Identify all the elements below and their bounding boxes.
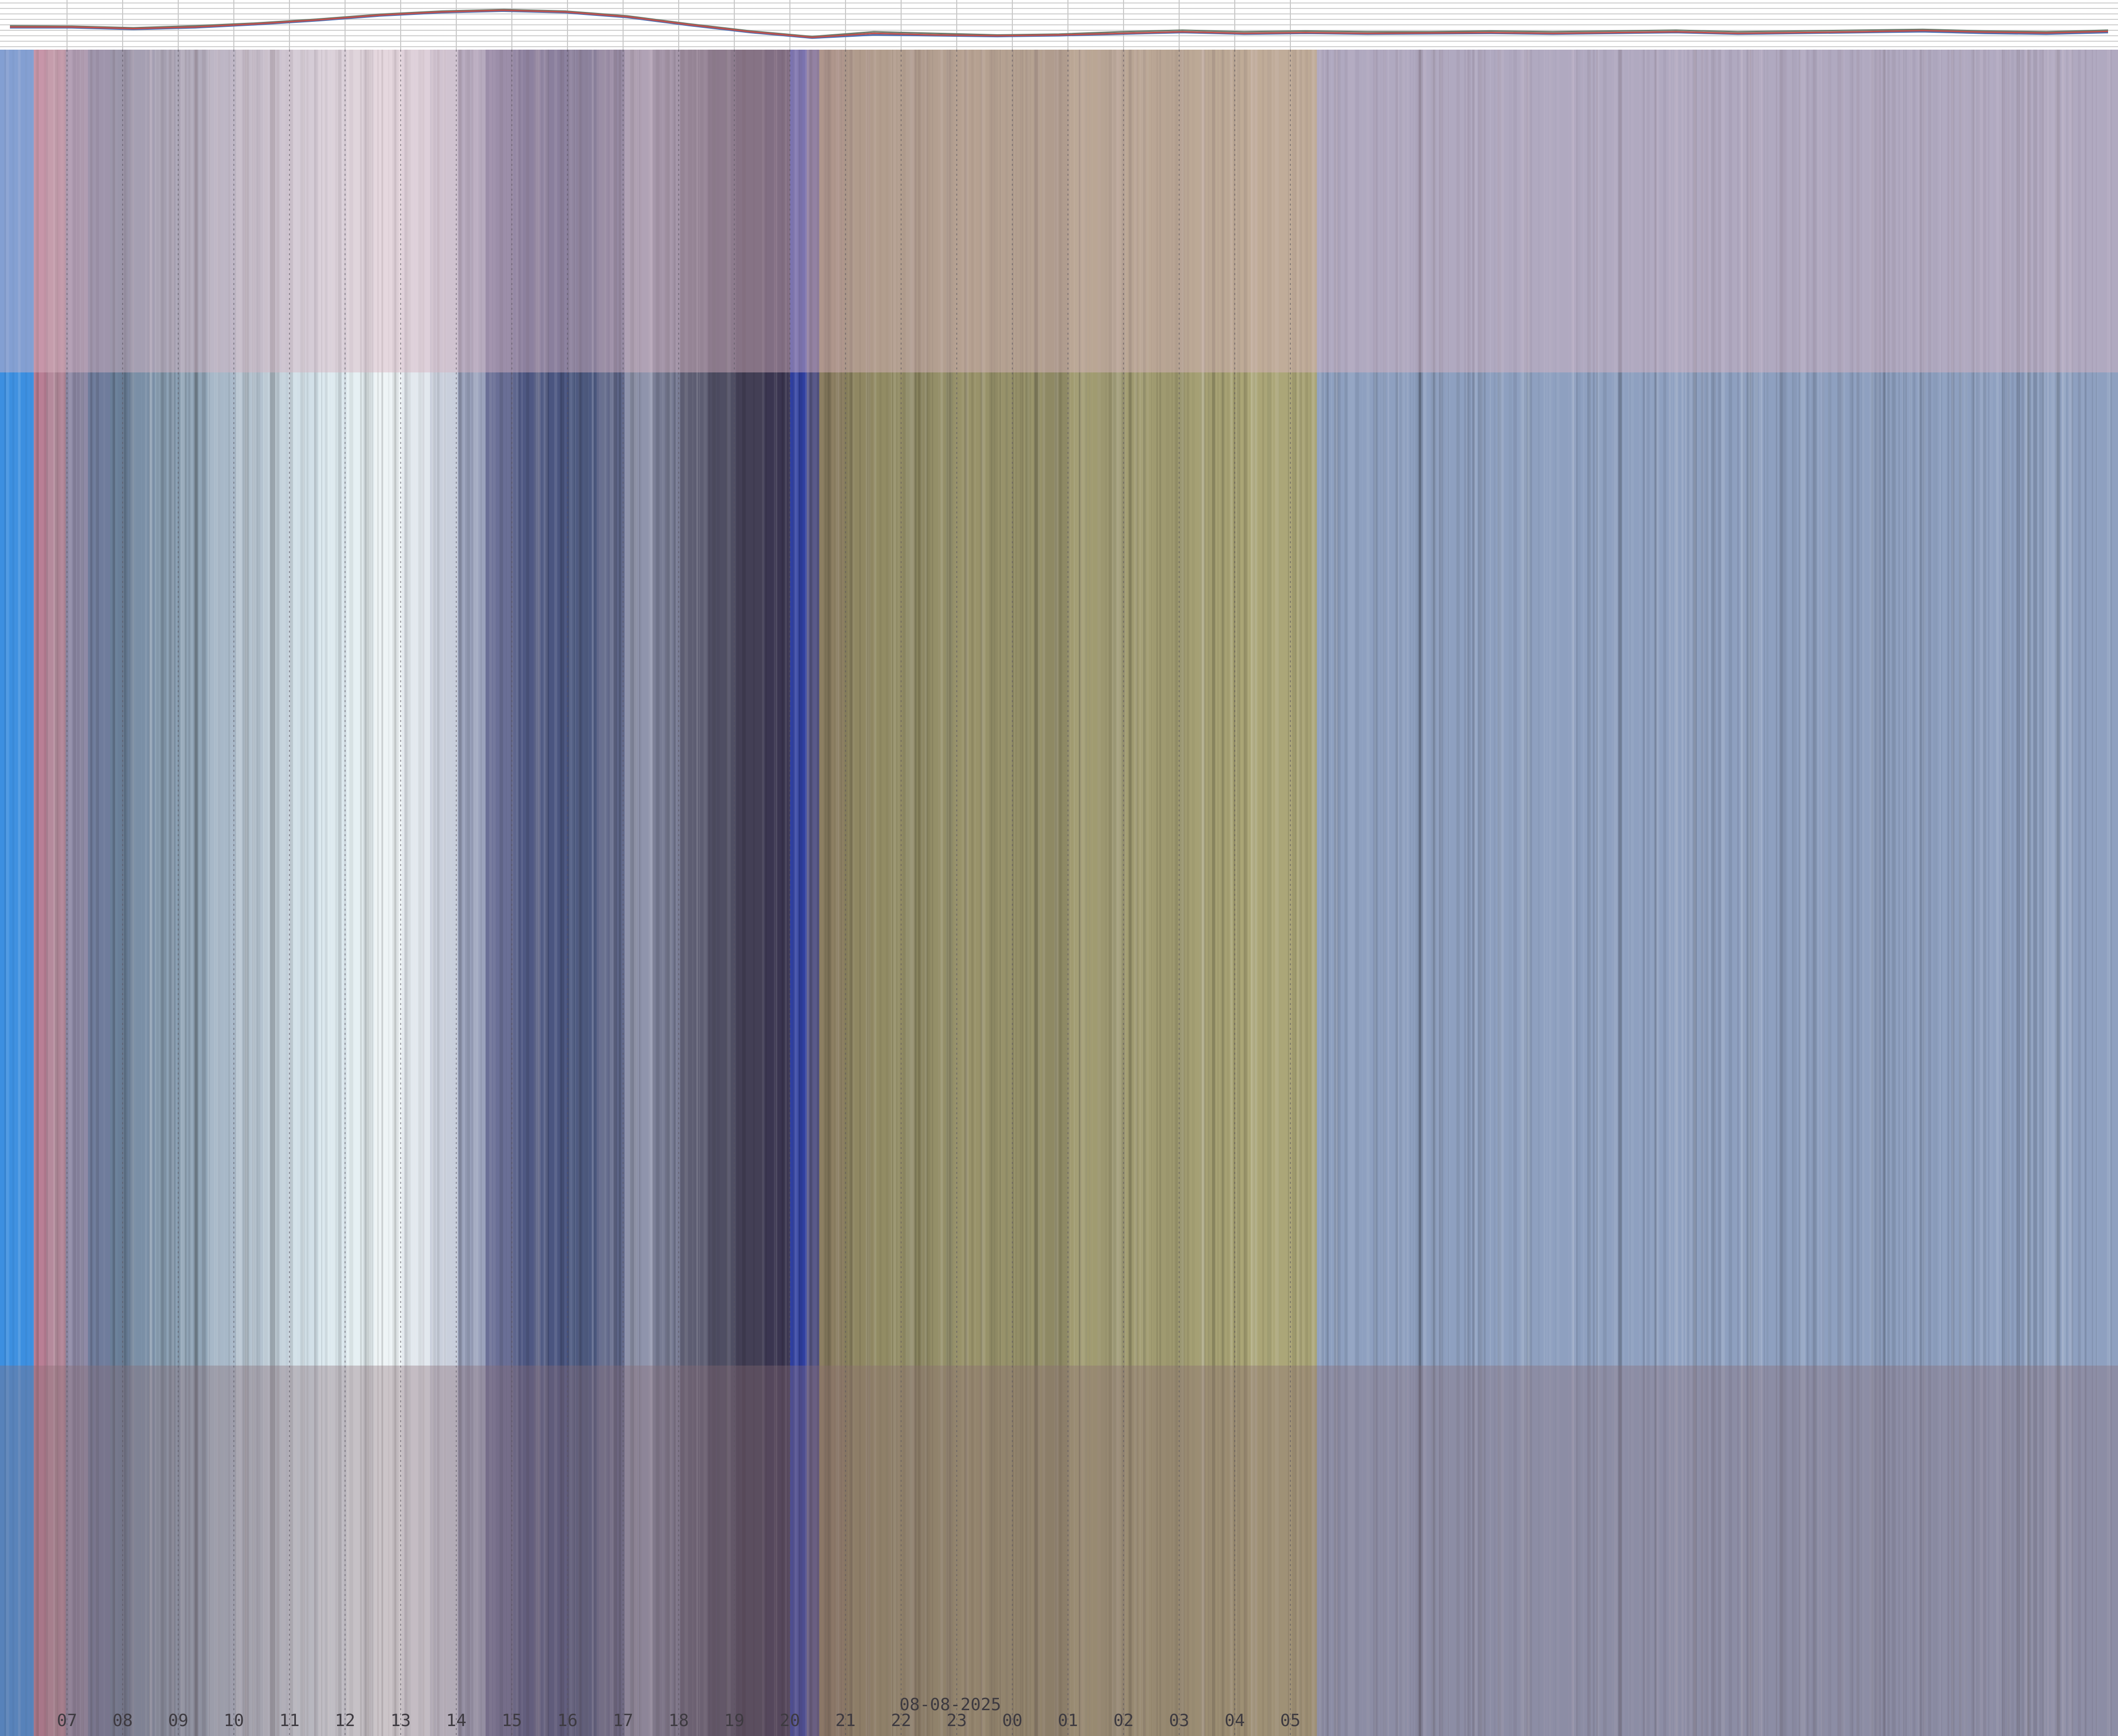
hour-tick-label: 11 [280,1711,300,1731]
hour-tick-label: 19 [724,1711,745,1731]
hour-tick-label: 07 [57,1711,77,1731]
hour-tick-labels: 07 08 09 10 11 12 13 14 15 16 17 18 19 20 21 22 23 00 01 02… [57,1711,1301,1731]
hour-tick-label: 10 [224,1711,244,1731]
hour-tick-label: 12 [335,1711,355,1731]
hour-tick-label: 16 [558,1711,578,1731]
hour-tick-label: 03 [1169,1711,1190,1731]
hour-tick-label: 02 [1114,1711,1134,1731]
hour-tick-label: 20 [780,1711,800,1731]
hour-tick-label: 00 [1002,1711,1023,1731]
hour-tick-label: 21 [836,1711,856,1731]
hour-tick-label: 17 [613,1711,634,1731]
keogram-top-tint [0,50,2118,372]
hour-tick-label: 15 [502,1711,522,1731]
hour-tick-label: 18 [669,1711,689,1731]
chart-svg: 07 08 09 10 11 12 13 14 15 16 17 18 19 20 21 22 23 00 01 02… [0,0,2118,1736]
date-label: 08-08-2025 [900,1695,1001,1715]
hour-tick-label: 09 [168,1711,189,1731]
hour-tick-label: 14 [446,1711,467,1731]
hour-tick-label: 08 [113,1711,133,1731]
hour-tick-label: 05 [1280,1711,1301,1731]
timelapse-keogram-chart: 07 08 09 10 11 12 13 14 15 16 17 18 19 20 21 22 23 00 01 02… [0,0,2118,1736]
hour-tick-label: 01 [1058,1711,1078,1731]
hour-tick-label: 04 [1225,1711,1245,1731]
keogram-bottom-tint [0,1366,2118,1736]
hour-tick-label: 13 [391,1711,411,1731]
